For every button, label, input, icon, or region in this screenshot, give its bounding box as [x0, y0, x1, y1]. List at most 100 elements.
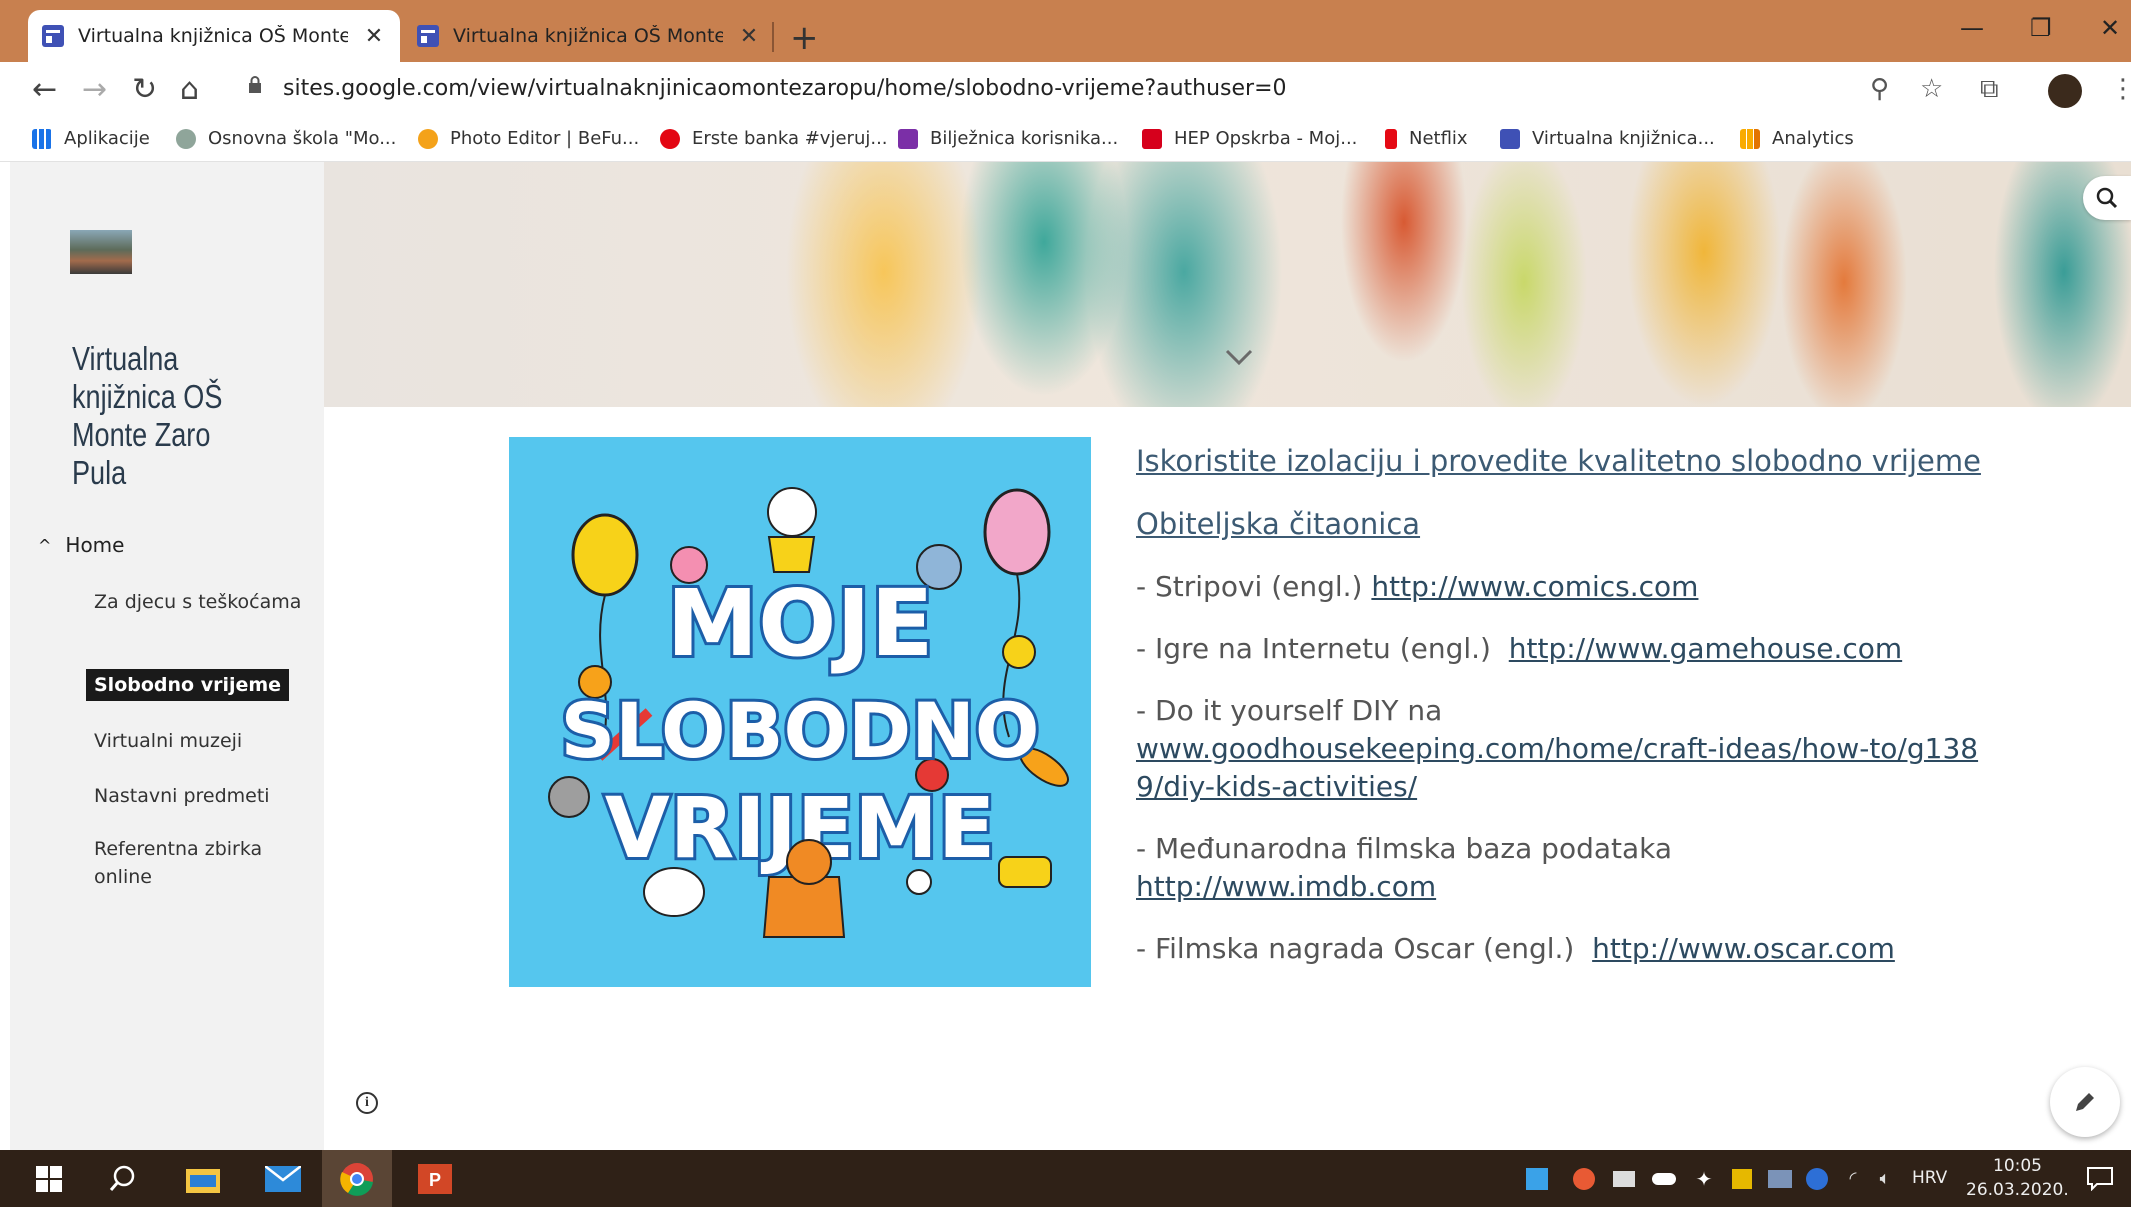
netflix-icon	[1385, 128, 1397, 149]
link-oscar[interactable]: http://www.oscar.com	[1592, 932, 1895, 965]
school-crest-icon	[176, 128, 196, 149]
nav-home[interactable]: ^ Home	[38, 533, 124, 557]
clock-date[interactable]: 26.03.2020.	[1966, 1180, 2069, 1200]
tray-app-icon[interactable]	[1800, 1150, 1834, 1207]
restore-icon[interactable]: ❐	[2030, 14, 2052, 42]
bookmark-hep[interactable]: HEP Opskrba - Moj...	[1142, 128, 1357, 149]
moje-slobodno-vrijeme-image: MOJE SLOBODNO VRIJEME	[509, 437, 1091, 987]
nav-item-slobodno-vrijeme[interactable]: Slobodno vrijeme	[86, 669, 290, 701]
clock-time[interactable]: 10:05	[1993, 1156, 2042, 1176]
link-gamehouse[interactable]: http://www.gamehouse.com	[1509, 632, 1902, 665]
onenote-icon	[898, 128, 918, 149]
back-icon[interactable]: ←	[32, 72, 57, 107]
link-comics[interactable]: http://www.comics.com	[1371, 570, 1698, 603]
main-content: Iskoristite izolaciju i provedite kvalit…	[1136, 442, 1996, 992]
tab-title: Virtualna knjižnica OŠ Monte Zar	[453, 25, 723, 47]
google-sites-icon	[1500, 128, 1520, 149]
notifications-icon[interactable]	[2080, 1150, 2120, 1207]
list-item: - Do it yourself DIY na www.goodhousekee…	[1136, 694, 1979, 803]
google-sites-icon	[42, 25, 64, 47]
search-button[interactable]	[2083, 176, 2131, 220]
menu-kebab-icon[interactable]: ⋮	[2110, 74, 2131, 104]
tray-app-icon[interactable]	[1567, 1150, 1601, 1207]
powerpoint-icon[interactable]: P	[400, 1150, 470, 1207]
link-goodhousekeeping[interactable]: www.goodhousekeeping.com/home/craft-idea…	[1136, 732, 1978, 803]
link-imdb[interactable]: http://www.imdb.com	[1136, 870, 1436, 903]
list-item: - Igre na Internetu (engl.) http://www.g…	[1136, 632, 1903, 665]
list-item: - Filmska nagrada Oscar (engl.) http://w…	[1136, 932, 1895, 965]
nav-item-za-djecu[interactable]: Za djecu s teškoćama	[94, 588, 314, 616]
tab-active[interactable]: Virtualna knjižnica OŠ Monte Zar ✕	[28, 10, 400, 62]
bookmark-apps[interactable]: Aplikacije	[32, 128, 150, 149]
bookmark-analytics[interactable]: Analytics	[1740, 128, 1854, 149]
list-item: - Stripovi (engl.) http://www.comics.com	[1136, 570, 1699, 603]
heading-link-izolacija[interactable]: Iskoristite izolaciju i provedite kvalit…	[1136, 444, 1981, 478]
tray-app-icon[interactable]	[1520, 1150, 1554, 1207]
tab-title: Virtualna knjižnica OŠ Monte Zar	[78, 25, 348, 47]
windows-taskbar: P ✦ ◜ 🔈︎ HRV 10:05 26.03.2020.	[0, 1150, 2131, 1207]
nav-item-nastavni-predmeti[interactable]: Nastavni predmeti	[94, 782, 314, 810]
sidebar: Virtualna knjižnica OŠ Monte Zaro Pula ^…	[10, 162, 324, 1150]
hep-icon	[1142, 128, 1162, 149]
tab-inactive[interactable]: Virtualna knjižnica OŠ Monte Zar ✕	[403, 10, 775, 62]
mail-icon[interactable]	[248, 1150, 318, 1207]
hero-line-2: SLOBODNO	[561, 686, 1040, 775]
file-explorer-icon[interactable]	[168, 1150, 238, 1207]
heading-link-obiteljska-citaonica[interactable]: Obiteljska čitaonica	[1136, 507, 1420, 541]
nav-home-label: Home	[65, 533, 125, 557]
google-sites-icon	[417, 25, 439, 47]
site-title[interactable]: Virtualna knjižnica OŠ Monte Zaro Pula	[72, 340, 269, 492]
chevron-up-icon[interactable]: ^	[38, 536, 51, 555]
analytics-icon	[1740, 128, 1760, 149]
bookmark-photo-editor[interactable]: Photo Editor | BeFu...	[418, 128, 639, 149]
home-icon[interactable]: ⌂	[180, 72, 199, 107]
language-indicator[interactable]: HRV	[1912, 1168, 1947, 1188]
info-icon[interactable]: i	[356, 1092, 378, 1114]
profile-avatar[interactable]	[2048, 74, 2082, 108]
extension-icon[interactable]: ⧉	[1980, 74, 1999, 105]
forward-icon[interactable]: →	[82, 72, 107, 107]
chevron-down-icon[interactable]	[1224, 342, 1254, 372]
nav-item-referentna-zbirka[interactable]: Referentna zbirka online	[94, 835, 314, 891]
photo-editor-icon	[418, 128, 438, 149]
browser-toolbar: ← → ↻ ⌂ sites.google.com/view/virtualnak…	[0, 62, 2131, 118]
lock-icon[interactable]	[248, 76, 262, 94]
zoom-icon[interactable]: ⚲	[1870, 74, 1889, 104]
edit-button[interactable]	[2050, 1067, 2120, 1137]
search-icon[interactable]	[88, 1150, 158, 1207]
close-tab-icon[interactable]: ✕	[362, 24, 386, 49]
site-logo[interactable]	[70, 230, 132, 274]
dropbox-icon[interactable]: ✦	[1687, 1150, 1721, 1207]
bookmark-netflix[interactable]: Netflix	[1385, 128, 1468, 149]
windows-start-icon[interactable]	[14, 1150, 84, 1207]
site-page: Virtualna knjižnica OŠ Monte Zaro Pula ^…	[10, 162, 2131, 1150]
wifi-icon[interactable]: ◜	[1836, 1150, 1870, 1207]
apps-grid-icon	[32, 128, 52, 149]
address-bar[interactable]: sites.google.com/view/virtualnaknjinicao…	[283, 76, 1287, 101]
tray-app-icon[interactable]	[1607, 1150, 1641, 1207]
search-icon	[2096, 187, 2118, 209]
tab-divider	[772, 22, 774, 52]
erste-icon	[660, 128, 680, 149]
pencil-icon	[2076, 1093, 2094, 1111]
hero-line-1: MOJE	[667, 570, 934, 677]
svg-text:P: P	[429, 1170, 441, 1190]
nav-item-virtualni-muzeji[interactable]: Virtualni muzeji	[94, 727, 314, 755]
bookmark-onenote[interactable]: Bilježnica korisnika...	[898, 128, 1118, 149]
browser-tab-strip: Virtualna knjižnica OŠ Monte Zar ✕ Virtu…	[0, 0, 2131, 62]
close-window-icon[interactable]: ✕	[2100, 14, 2120, 42]
bookmark-erste[interactable]: Erste banka #vjeruj...	[660, 128, 888, 149]
onedrive-icon[interactable]	[1647, 1150, 1681, 1207]
close-tab-icon[interactable]: ✕	[737, 24, 761, 49]
monitor-icon[interactable]	[1763, 1150, 1797, 1207]
minimize-icon[interactable]: —	[1960, 14, 1984, 42]
volume-icon[interactable]: 🔈︎	[1868, 1150, 1902, 1207]
new-tab-button[interactable]: +	[790, 18, 819, 58]
reload-icon[interactable]: ↻	[132, 72, 157, 107]
chrome-icon[interactable]	[322, 1150, 392, 1207]
bookmark-star-icon[interactable]: ☆	[1920, 74, 1943, 104]
tray-app-icon[interactable]	[1725, 1150, 1759, 1207]
list-item: - Međunarodna filmska baza podataka http…	[1136, 832, 1673, 903]
bookmark-osnovna-skola[interactable]: Osnovna škola "Mo...	[176, 128, 396, 149]
bookmark-virtualna[interactable]: Virtualna knjižnica...	[1500, 128, 1715, 149]
